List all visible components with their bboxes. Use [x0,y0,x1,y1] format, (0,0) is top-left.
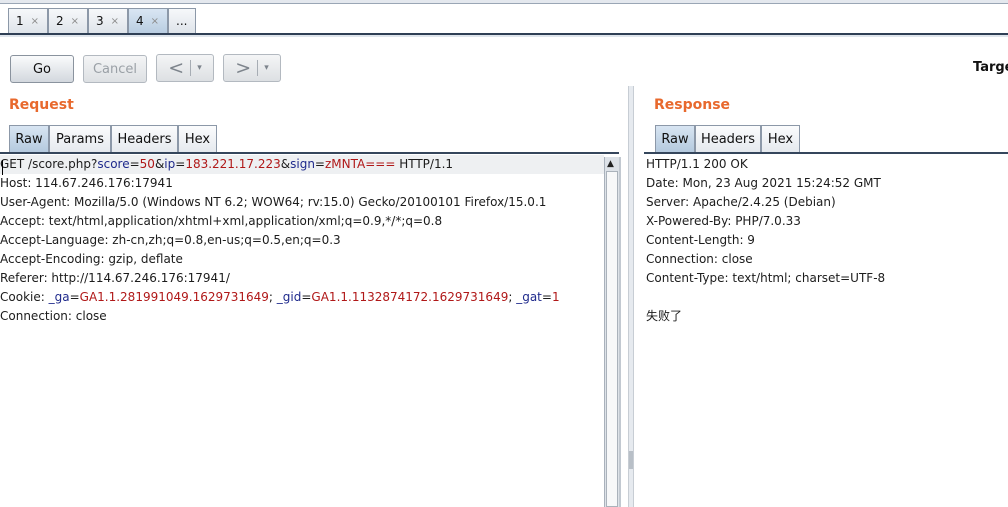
repeater-tab-strip: 1 × 2 × 3 × 4 × ... [0,0,1008,38]
text: = [129,157,140,171]
param-value: 183.221.17.223 [185,157,281,171]
cookie-value: GA1.1.281991049.1629731649 [79,290,269,304]
header-line: Accept: text/html,application/xhtml+xml,… [0,214,443,228]
response-line: Date: Mon, 23 Aug 2021 15:24:52 GMT [646,176,881,190]
response-body: 失败了 [646,309,683,323]
response-line: Connection: close [646,252,753,266]
tab-label: Hex [184,131,211,147]
tab-response-headers[interactable]: Headers [695,125,761,152]
scrollbar-thumb[interactable] [606,171,618,507]
dropdown-icon[interactable]: ▾ [264,63,269,73]
button-separator [257,60,259,76]
close-icon[interactable]: × [111,16,119,27]
response-editor[interactable]: HTTP/1.1 200 OK Date: Mon, 23 Aug 2021 1… [646,155,1008,507]
param-name: sign [290,157,315,171]
tab-response-hex[interactable]: Hex [761,125,800,152]
tab-request-params[interactable]: Params [49,125,111,152]
request-line: GET /score.php?score=50&ip=183.221.17.22… [0,155,604,174]
text: = [69,290,80,304]
tab-label: ... [176,14,188,28]
button-separator [190,60,192,76]
tab-label: Params [56,131,104,147]
header-line: Accept-Encoding: gzip, deflate [0,252,183,266]
tab-label: Headers [117,131,172,147]
text: HTTP/1.1 [395,157,454,171]
response-line: Server: Apache/2.4.25 (Debian) [646,195,836,209]
repeater-tab-1[interactable]: 1 × [8,8,48,33]
close-icon[interactable]: × [151,16,159,27]
response-line: Content-Length: 9 [646,233,755,247]
panel-border [619,157,621,507]
pane-splitter[interactable] [628,86,634,507]
text: = [541,290,552,304]
tab-request-hex[interactable]: Hex [178,125,217,152]
response-line: Content-Type: text/html; charset=UTF-8 [646,271,886,285]
param-name: score [97,157,130,171]
tab-label: 3 [96,14,104,28]
go-button[interactable]: Go [10,55,74,83]
cookie-value: GA1.1.1132874172.1629731649 [311,290,509,304]
tab-response-raw[interactable]: Raw [655,125,695,152]
request-scrollbar[interactable]: ▲ [604,157,619,507]
response-title: Response [654,97,731,113]
forward-button[interactable]: > ▾ [223,54,281,82]
text: ; [268,290,277,304]
cookie-name: _ga [48,290,70,304]
response-line: HTTP/1.1 200 OK [646,157,748,171]
response-line: X-Powered-By: PHP/7.0.33 [646,214,801,228]
text: = [175,157,186,171]
header-line: Referer: http://114.67.246.176:17941/ [0,271,230,285]
tab-request-raw[interactable]: Raw [9,125,49,152]
repeater-tab-4[interactable]: 4 × [128,8,168,33]
text: Cookie: [0,290,49,304]
go-label: Go [32,61,52,77]
repeater-panel: Go Cancel < ▾ > ▾ Targe Request Raw Para… [0,37,1008,507]
tab-label: Raw [15,131,43,147]
param-value: 50 [139,157,155,171]
header-line: Host: 114.67.246.176:17941 [0,176,173,190]
dropdown-icon[interactable]: ▾ [197,63,202,73]
close-icon[interactable]: × [31,16,39,27]
text: GET /score.php? [0,157,98,171]
param-value: zMNTA=== [324,157,396,171]
cookie-name: _gat [516,290,542,304]
text: & [154,157,165,171]
cookie-line: Cookie: _ga=GA1.1.281991049.1629731649; … [0,288,604,307]
target-label: Targe [973,60,1008,75]
splitter-grip[interactable] [629,451,633,469]
tab-label: 2 [56,14,64,28]
text-cursor [2,160,3,175]
strip-top-border [0,0,1008,4]
header-line: Connection: close [0,309,107,323]
text: = [301,290,312,304]
tab-label: Hex [767,131,794,147]
repeater-tab-3[interactable]: 3 × [88,8,128,33]
text: = [314,157,325,171]
tab-label: 1 [16,14,24,28]
close-icon[interactable]: × [71,16,79,27]
chevron-left-icon: < [168,56,185,79]
tab-label: Headers [700,131,756,147]
cookie-name: _gid [276,290,302,304]
tab-request-headers[interactable]: Headers [111,125,178,152]
text: & [280,157,291,171]
header-line: User-Agent: Mozilla/5.0 (Windows NT 6.2;… [0,195,547,209]
cancel-label: Cancel [92,61,138,77]
request-editor[interactable]: GET /score.php?score=50&ip=183.221.17.22… [0,155,604,507]
param-name: ip [164,157,176,171]
cancel-button[interactable]: Cancel [83,55,147,83]
request-title: Request [9,97,74,113]
back-button[interactable]: < ▾ [156,54,214,82]
request-tab-underline [0,152,619,154]
tab-label: Raw [661,131,689,147]
response-line [646,288,1008,307]
scroll-up-icon[interactable]: ▲ [607,159,614,169]
response-tab-underline [644,152,1008,154]
chevron-right-icon: > [235,56,252,79]
header-line: Accept-Language: zh-cn,zh;q=0.8,en-us;q=… [0,233,341,247]
tab-label: 4 [136,14,144,28]
repeater-tab-2[interactable]: 2 × [48,8,88,33]
cookie-value: 1 [551,290,560,304]
new-tab-button[interactable]: ... [168,8,196,33]
